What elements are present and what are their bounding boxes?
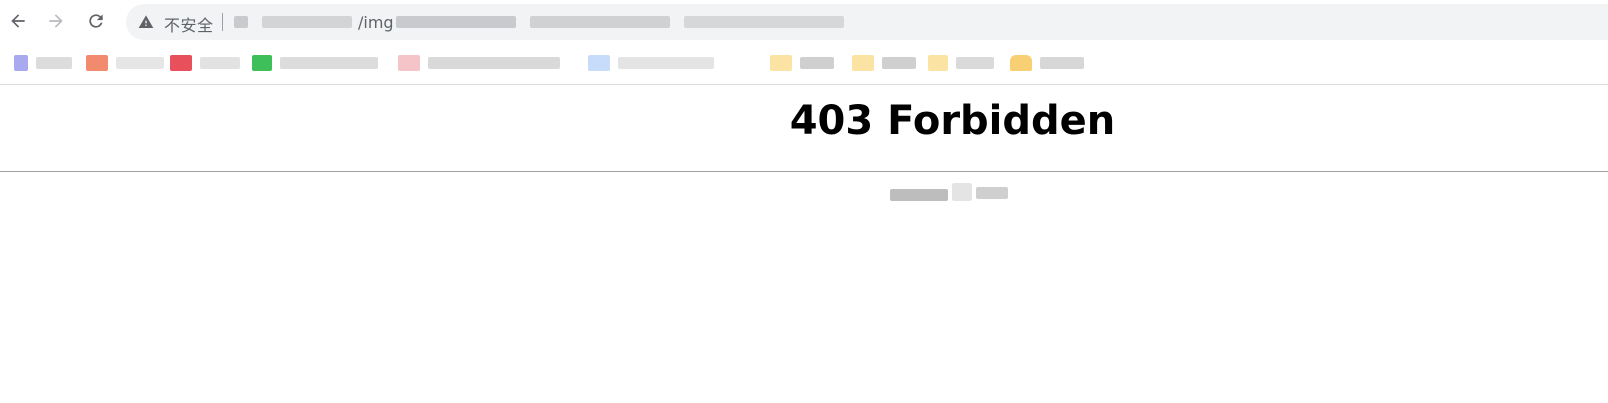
bookmark-item[interactable] [928,50,994,76]
bookmark-label-redacted [618,57,714,69]
warning-triangle-icon [138,15,154,28]
server-version-redacted [976,187,1008,199]
bookmark-item[interactable] [770,50,834,76]
arrow-left-icon [11,14,25,28]
bookmark-label-redacted [200,57,240,69]
url-visible-fragment: /img [358,13,394,32]
bookmark-favicon-icon [588,55,610,71]
arrow-right-icon [49,14,63,28]
error-heading: 403 Forbidden [789,98,1116,144]
bookmark-label-redacted [116,57,164,69]
bookmark-favicon-icon [14,55,28,71]
bookmark-favicon-icon [252,55,272,71]
bookmark-item[interactable] [1010,50,1084,76]
bookmark-label-redacted [36,57,72,69]
bookmark-label-redacted [1040,57,1084,69]
forward-button[interactable] [41,6,71,36]
bookmark-label-redacted [280,57,378,69]
horizontal-rule [0,171,1608,172]
url-redacted [396,16,516,28]
bookmark-favicon-icon [770,55,792,71]
url-redacted [530,16,670,28]
reload-icon [89,14,103,28]
browser-toolbar: 不安全 /img [0,0,1608,44]
bookmark-item[interactable] [852,50,916,76]
server-name-redacted [890,189,948,201]
omnibox-divider [222,13,223,31]
bookmark-favicon-icon [170,55,192,71]
address-bar[interactable]: 不安全 /img [126,4,1608,40]
url-redacted [684,16,844,28]
url-redacted [234,16,248,28]
server-name-redacted [952,183,972,201]
folder-icon [1010,55,1032,71]
bookmark-favicon-icon [86,55,108,71]
bookmark-item[interactable] [170,50,240,76]
bookmark-item[interactable] [588,50,714,76]
bookmark-item[interactable] [252,50,378,76]
bookmark-label-redacted [882,57,916,69]
bookmark-item[interactable] [86,50,164,76]
url-redacted [262,16,352,28]
back-button[interactable] [3,6,33,36]
bookmark-label-redacted [956,57,994,69]
bookmark-item[interactable] [14,50,72,76]
reload-button[interactable] [81,6,111,36]
bookmark-item[interactable] [398,50,560,76]
bookmark-favicon-icon [928,55,948,71]
server-signature-redacted [890,183,1010,207]
bookmark-label-redacted [428,57,560,69]
url-text[interactable]: /img [234,12,854,32]
bookmark-favicon-icon [398,55,420,71]
security-label[interactable]: 不安全 [164,12,214,36]
bookmark-favicon-icon [852,55,874,71]
bookmark-label-redacted [800,57,834,69]
bookmarks-bar [0,44,1608,85]
